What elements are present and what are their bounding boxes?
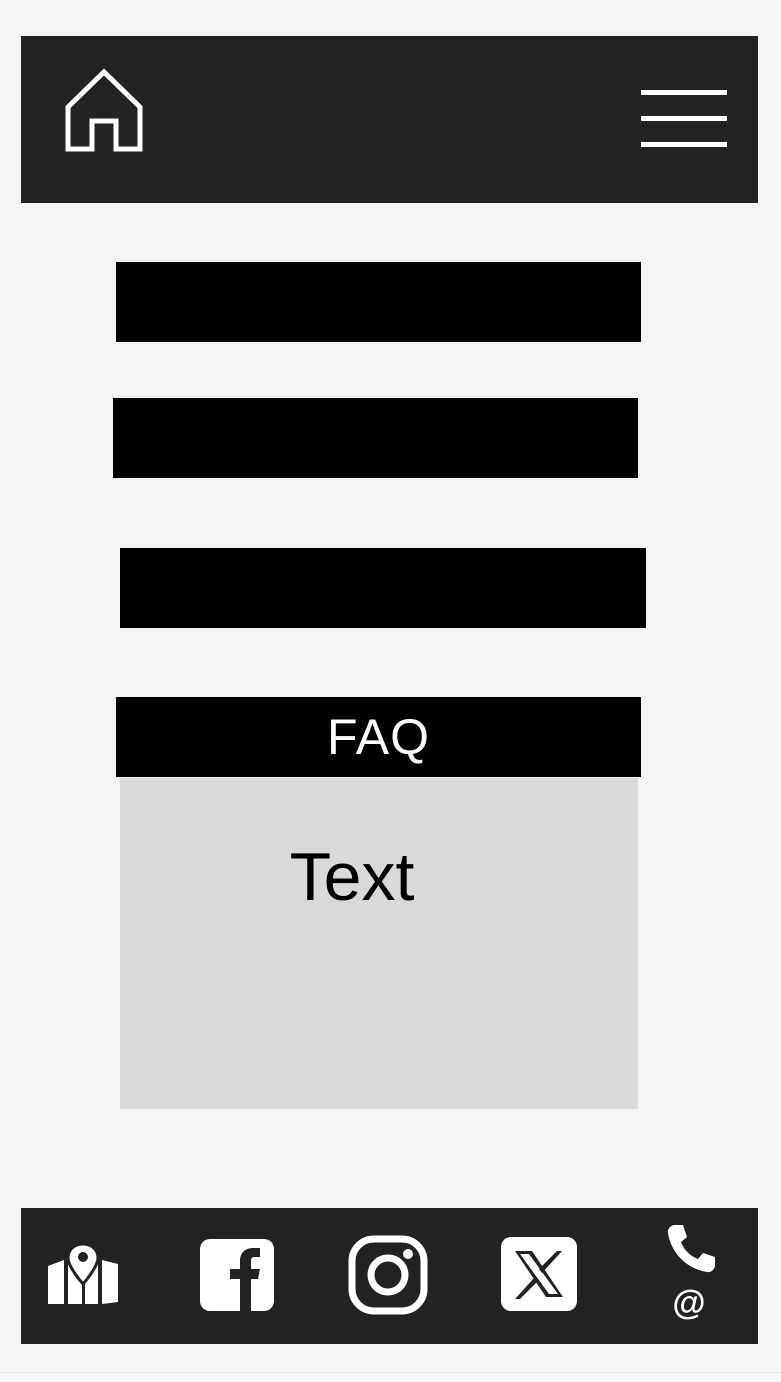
faq-header[interactable]: FAQ [116,697,641,777]
hamburger-menu-icon[interactable] [641,90,727,148]
menu-line [641,142,727,147]
home-button[interactable] [65,68,143,152]
faq-body-text: Text [289,839,415,915]
map-icon[interactable] [48,1242,118,1306]
facebook-icon[interactable] [200,1239,274,1311]
nav-bar-1[interactable] [116,262,641,342]
menu-line [641,116,727,121]
email-at-sign: @ [672,1284,706,1322]
footer-bar: @ [21,1208,758,1344]
menu-line [641,90,727,95]
nav-bar-3[interactable] [120,548,646,628]
phone-icon[interactable]: @ [661,1223,717,1323]
x-icon[interactable] [501,1237,577,1311]
instagram-icon[interactable] [348,1235,428,1315]
faq-body: Text [120,778,638,1109]
home-icon [65,68,143,152]
faq-title: FAQ [326,709,431,765]
top-header [21,36,758,203]
nav-bar-2[interactable] [113,398,638,478]
